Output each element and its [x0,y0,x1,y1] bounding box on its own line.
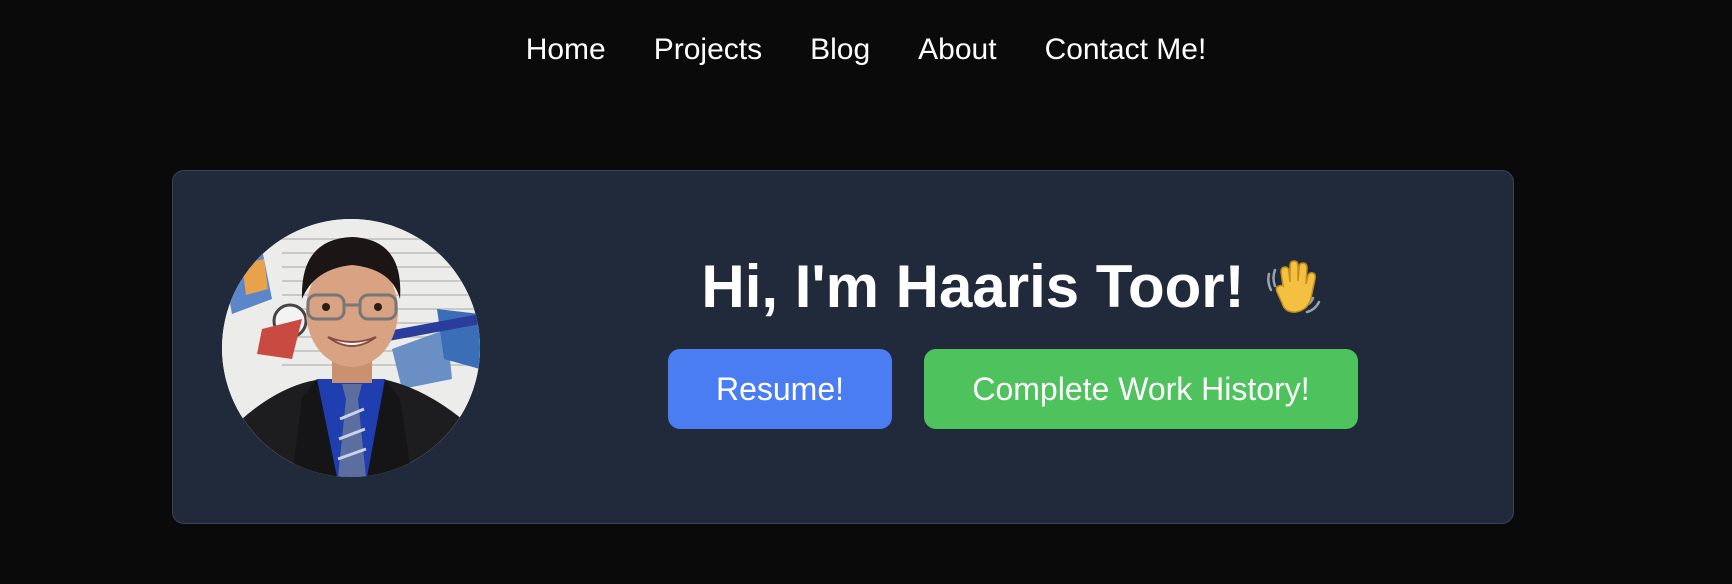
nav-contact-link[interactable]: Contact Me! [1045,28,1207,72]
work-history-button[interactable]: Complete Work History! [924,349,1358,429]
nav-projects-link[interactable]: Projects [654,28,762,72]
hero-content: Hi, I'm Haaris Toor! Resume! Complete Wo… [593,251,1433,429]
hero-card: Hi, I'm Haaris Toor! Resume! Complete Wo… [172,170,1514,524]
nav-about-link[interactable]: About [918,28,996,72]
profile-photo [222,219,480,477]
hero-title-text: Hi, I'm Haaris Toor! [701,253,1245,320]
hero-title: Hi, I'm Haaris Toor! [701,251,1324,323]
waving-hand-icon [1263,256,1325,318]
resume-button[interactable]: Resume! [668,349,892,429]
page: Home Projects Blog About Contact Me! Hi,… [0,0,1732,584]
nav-blog-link[interactable]: Blog [810,28,870,72]
nav-home-link[interactable]: Home [526,28,606,72]
hero-buttons: Resume! Complete Work History! [668,349,1358,429]
top-nav: Home Projects Blog About Contact Me! [0,28,1732,72]
profile-avatar [222,219,480,477]
